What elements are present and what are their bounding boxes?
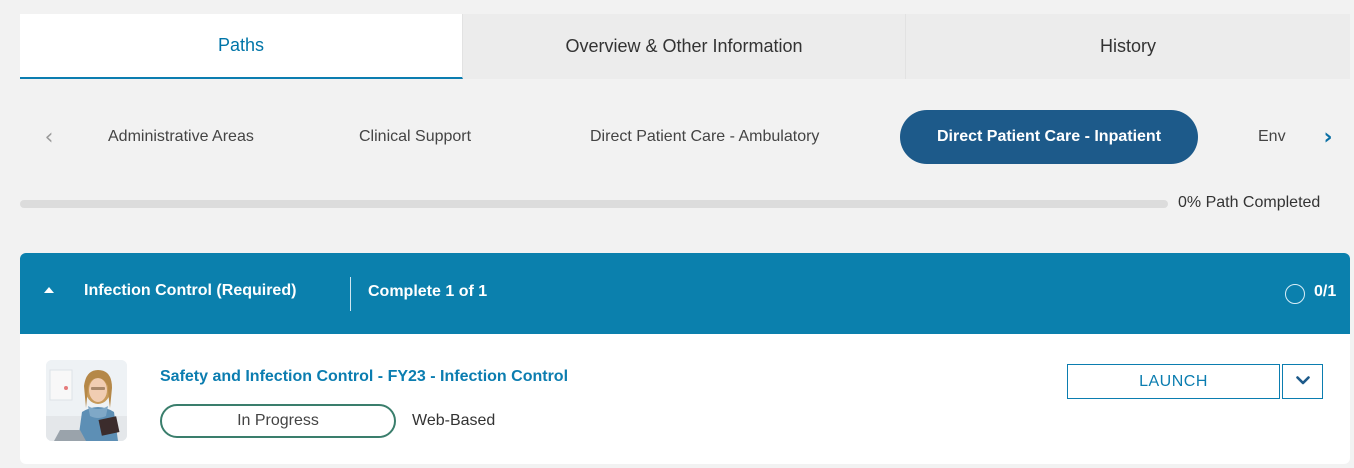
progress-ring-icon <box>1285 284 1305 304</box>
course-type-label: Web-Based <box>412 412 496 429</box>
category-administrative-areas[interactable]: Administrative Areas <box>108 110 254 164</box>
course-title-link[interactable]: Safety and Infection Control - FY23 - In… <box>160 368 568 386</box>
tab-history[interactable]: History <box>906 14 1350 79</box>
tab-paths[interactable]: Paths <box>20 14 463 79</box>
chevron-down-icon <box>1296 376 1310 385</box>
chevron-right-icon[interactable]: › <box>1316 126 1340 150</box>
section-count: 0/1 <box>1314 283 1337 300</box>
category-env-partial[interactable]: Env <box>1258 110 1306 164</box>
learning-path-page: Paths Overview & Other Information Histo… <box>20 14 1350 468</box>
course-thumbnail <box>46 360 127 441</box>
section-title: Infection Control (Required) <box>84 282 297 299</box>
category-carousel: ‹ Administrative Areas Clinical Support … <box>20 110 1350 166</box>
path-progress-label: 0% Path Completed <box>1178 194 1321 211</box>
category-direct-patient-care-inpatient[interactable]: Direct Patient Care - Inpatient <box>900 110 1198 164</box>
category-direct-patient-care-ambulatory[interactable]: Direct Patient Care - Ambulatory <box>590 110 819 164</box>
path-progress-bar <box>20 200 1168 208</box>
caret-up-icon[interactable] <box>44 287 54 293</box>
course-thumbnail-image <box>46 360 127 441</box>
chevron-left-icon[interactable]: ‹ <box>38 126 60 150</box>
launch-button[interactable]: LAUNCH <box>1067 364 1280 399</box>
section-header-infection-control[interactable]: Infection Control (Required) Complete 1 … <box>20 253 1350 334</box>
status-badge: In Progress <box>160 404 396 438</box>
tab-bar: Paths Overview & Other Information Histo… <box>20 14 1350 79</box>
tab-overview[interactable]: Overview & Other Information <box>463 14 906 79</box>
course-card: Safety and Infection Control - FY23 - In… <box>20 334 1350 464</box>
section-completion: Complete 1 of 1 <box>368 283 488 300</box>
category-clinical-support[interactable]: Clinical Support <box>359 110 471 164</box>
launch-options-dropdown[interactable] <box>1282 364 1323 399</box>
section-divider <box>350 277 351 311</box>
